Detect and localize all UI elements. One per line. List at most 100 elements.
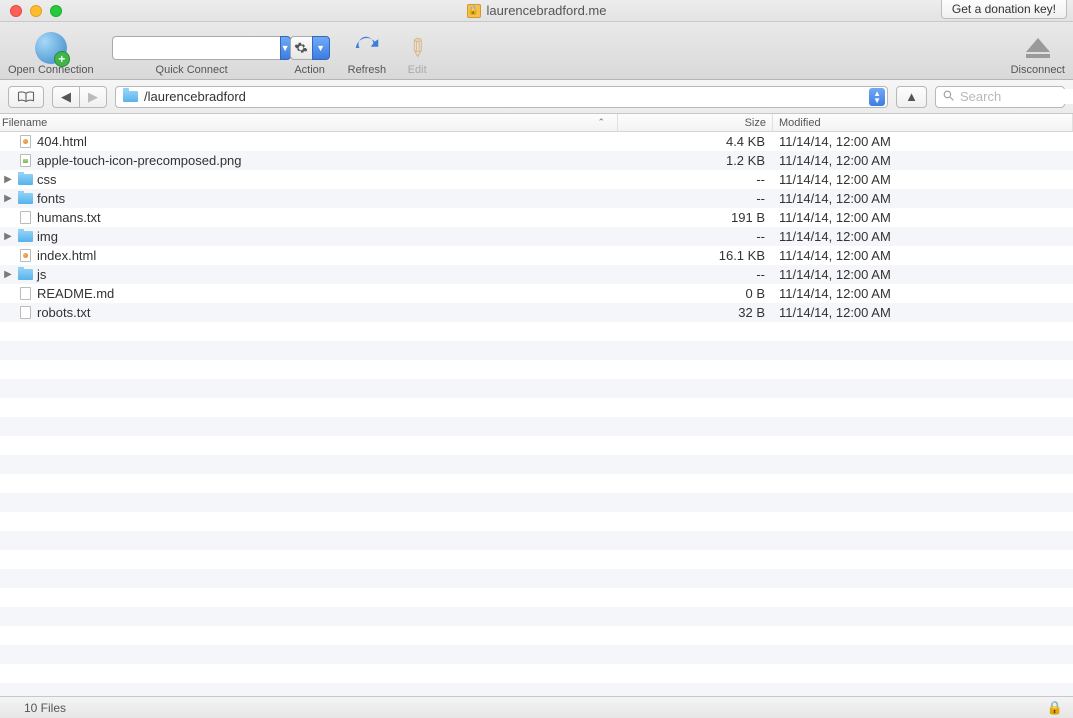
- empty-row: [0, 588, 1073, 607]
- refresh-tool[interactable]: Refresh: [348, 34, 387, 76]
- file-size: --: [618, 267, 773, 282]
- sort-ascending-icon: ⌃: [597, 117, 605, 128]
- file-row[interactable]: robots.txt32 B11/14/14, 12:00 AM: [0, 303, 1073, 322]
- file-name: img: [37, 229, 58, 244]
- empty-row: [0, 664, 1073, 683]
- quick-connect-combo[interactable]: ▼: [112, 36, 272, 60]
- file-row[interactable]: ▶fonts--11/14/14, 12:00 AM: [0, 189, 1073, 208]
- path-input[interactable]: [144, 89, 863, 104]
- folder-icon: [17, 173, 33, 187]
- toolbar: + Open Connection ▼ Quick Connect ▼ Acti…: [0, 22, 1073, 80]
- file-name: robots.txt: [37, 305, 90, 320]
- file-row[interactable]: ▶img--11/14/14, 12:00 AM: [0, 227, 1073, 246]
- file-name: fonts: [37, 191, 65, 206]
- globe-icon: +: [35, 32, 67, 64]
- quick-connect-tool: ▼ Quick Connect: [112, 34, 272, 76]
- file-name: 404.html: [37, 134, 87, 149]
- empty-row: [0, 550, 1073, 569]
- eject-icon: [1026, 38, 1050, 58]
- folder-icon: [17, 230, 33, 244]
- pathbar: ◀ ▶ ▲▼ ▲: [0, 80, 1073, 114]
- file-row[interactable]: 404.html4.4 KB11/14/14, 12:00 AM: [0, 132, 1073, 151]
- lock-icon: 🔒: [467, 4, 481, 18]
- refresh-label: Refresh: [348, 64, 387, 76]
- column-header-filename[interactable]: Filename ⌃: [0, 114, 618, 131]
- disclosure-triangle-icon[interactable]: ▶: [3, 193, 13, 204]
- titlebar: 🔒 laurencebradford.me Get a donation key…: [0, 0, 1073, 22]
- file-size: 16.1 KB: [618, 248, 773, 263]
- file-modified: 11/14/14, 12:00 AM: [773, 172, 1073, 187]
- action-label: Action: [294, 64, 325, 76]
- document-icon: [17, 211, 33, 225]
- file-size: 0 B: [618, 286, 773, 301]
- column-header-modified[interactable]: Modified: [773, 114, 1073, 131]
- empty-row: [0, 683, 1073, 696]
- folder-icon: [17, 192, 33, 206]
- triangle-up-icon: ▲: [905, 89, 918, 104]
- html-file-icon: [17, 135, 33, 149]
- file-modified: 11/14/14, 12:00 AM: [773, 229, 1073, 244]
- action-dropdown-button[interactable]: ▼: [312, 36, 330, 60]
- donation-button[interactable]: Get a donation key!: [941, 0, 1067, 19]
- image-file-icon: [17, 154, 33, 168]
- file-name: js: [37, 267, 46, 282]
- empty-row: [0, 569, 1073, 588]
- lock-status-icon[interactable]: 🔒: [1047, 700, 1063, 716]
- file-row[interactable]: README.md0 B11/14/14, 12:00 AM: [0, 284, 1073, 303]
- up-button[interactable]: ▲: [896, 86, 927, 108]
- html-file-icon: [17, 249, 33, 263]
- bookmarks-button[interactable]: [8, 86, 44, 108]
- status-count: 10 Files: [24, 701, 66, 715]
- empty-row: [0, 645, 1073, 664]
- file-size: 1.2 KB: [618, 153, 773, 168]
- statusbar: 10 Files 🔒: [0, 696, 1073, 718]
- empty-row: [0, 531, 1073, 550]
- column-header-size[interactable]: Size: [618, 114, 773, 131]
- action-tool[interactable]: ▼ Action: [290, 34, 330, 76]
- document-icon: [17, 306, 33, 320]
- file-row[interactable]: index.html16.1 KB11/14/14, 12:00 AM: [0, 246, 1073, 265]
- minimize-window-button[interactable]: [30, 5, 42, 17]
- chevron-left-icon: ◀: [61, 89, 71, 105]
- empty-row: [0, 436, 1073, 455]
- disclosure-triangle-icon[interactable]: ▶: [3, 174, 13, 185]
- file-row[interactable]: ▶css--11/14/14, 12:00 AM: [0, 170, 1073, 189]
- nav-forward-button[interactable]: ▶: [79, 86, 107, 108]
- file-name: README.md: [37, 286, 114, 301]
- empty-row: [0, 417, 1073, 436]
- quick-connect-input[interactable]: [112, 36, 280, 60]
- empty-row: [0, 398, 1073, 417]
- folder-icon: [17, 268, 33, 282]
- search-field[interactable]: [935, 86, 1065, 108]
- file-modified: 11/14/14, 12:00 AM: [773, 210, 1073, 225]
- file-size: 191 B: [618, 210, 773, 225]
- edit-tool: ✎ Edit: [404, 34, 430, 76]
- file-size: 4.4 KB: [618, 134, 773, 149]
- path-dropdown-button[interactable]: ▲▼: [869, 88, 885, 106]
- file-name: index.html: [37, 248, 96, 263]
- empty-row: [0, 607, 1073, 626]
- file-name: humans.txt: [37, 210, 101, 225]
- file-row[interactable]: humans.txt 191 B11/14/14, 12:00 AM: [0, 208, 1073, 227]
- path-combo[interactable]: ▲▼: [115, 86, 888, 108]
- file-list[interactable]: 404.html 4.4 KB 11/14/14, 12:00 AM apple-to…: [0, 132, 1073, 696]
- empty-row: [0, 322, 1073, 341]
- file-size: 32 B: [618, 305, 773, 320]
- zoom-window-button[interactable]: [50, 5, 62, 17]
- window-title: 🔒 laurencebradford.me: [467, 3, 607, 18]
- open-connection-label: Open Connection: [8, 64, 94, 76]
- disclosure-triangle-icon[interactable]: ▶: [3, 269, 13, 280]
- search-input[interactable]: [960, 89, 1073, 104]
- document-icon: [17, 287, 33, 301]
- file-row[interactable]: ▶js--11/14/14, 12:00 AM: [0, 265, 1073, 284]
- disconnect-tool[interactable]: Disconnect: [1011, 34, 1065, 76]
- nav-buttons: ◀ ▶: [52, 86, 107, 108]
- close-window-button[interactable]: [10, 5, 22, 17]
- disclosure-triangle-icon[interactable]: ▶: [3, 231, 13, 242]
- file-row[interactable]: apple-touch-icon-precomposed.png1.2 KB11…: [0, 151, 1073, 170]
- empty-row: [0, 493, 1073, 512]
- nav-back-button[interactable]: ◀: [52, 86, 79, 108]
- disconnect-label: Disconnect: [1011, 64, 1065, 76]
- pencil-icon: ✎: [397, 28, 437, 68]
- open-connection-tool[interactable]: + Open Connection: [8, 34, 94, 76]
